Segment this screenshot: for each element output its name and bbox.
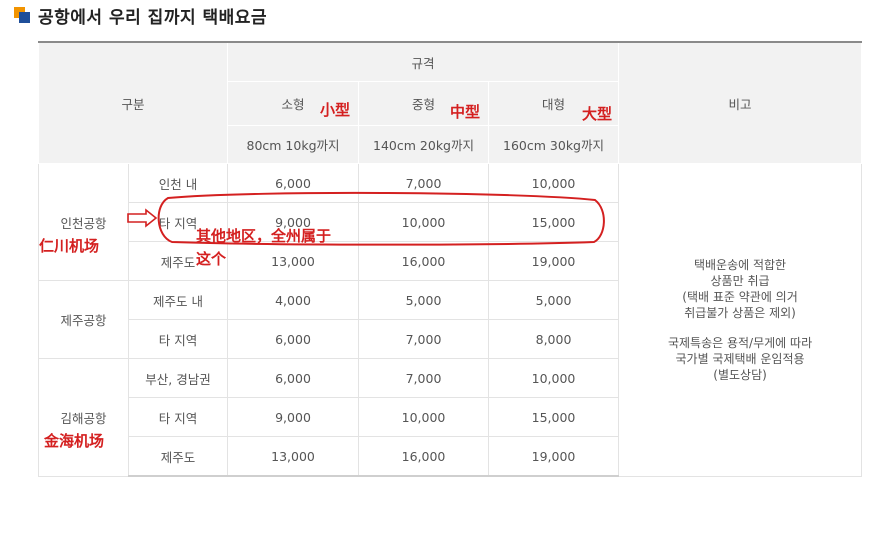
annotation-arrow-icon: [127, 208, 158, 228]
annotation-drawings: [127, 191, 605, 246]
annotation-circle: [157, 191, 605, 246]
